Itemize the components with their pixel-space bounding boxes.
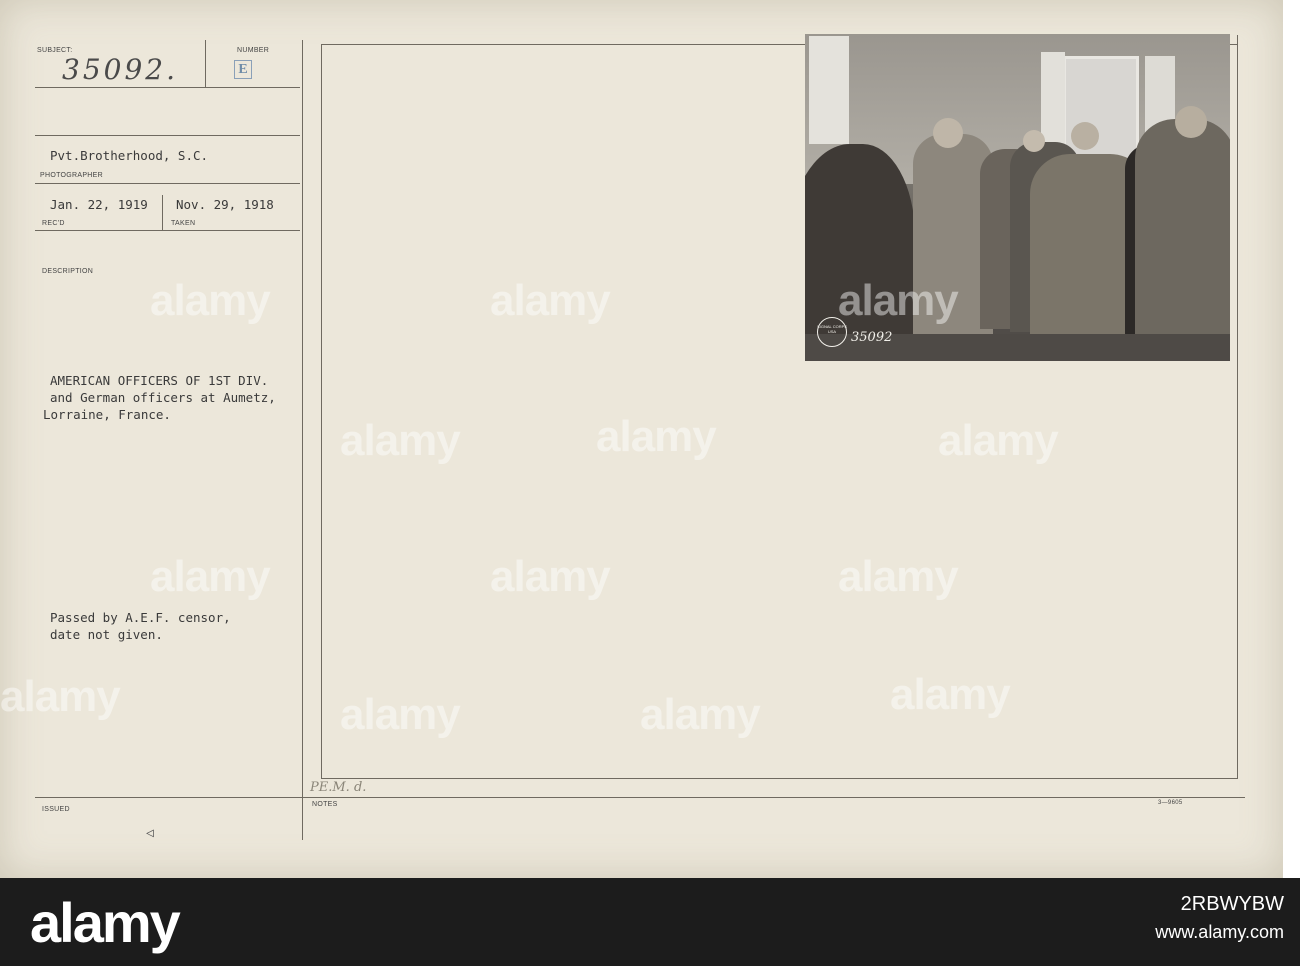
watermark: alamy — [890, 670, 1011, 719]
watermark: alamy — [938, 416, 1059, 465]
watermark: alamy — [490, 276, 611, 325]
taken-date: Nov. 29, 1918 — [176, 197, 274, 212]
photo-head — [933, 118, 963, 148]
watermark: alamy — [838, 552, 959, 601]
card-edge — [1283, 0, 1300, 878]
brand-strip-background — [0, 878, 1300, 966]
photo-officer-6 — [1135, 119, 1230, 361]
photo-head — [1071, 122, 1099, 150]
arrow-mark: ▷ — [146, 826, 154, 841]
number-stamp: E — [234, 60, 252, 79]
watermark: alamy — [838, 276, 959, 325]
watermark: alamy — [340, 690, 461, 739]
panel-border-left — [321, 44, 322, 779]
form-code: 3—9605 — [1158, 800, 1183, 806]
number-label: NUMBER — [237, 47, 270, 54]
photo-stamp-number: 35092 — [851, 330, 893, 345]
rule-top — [35, 87, 300, 88]
watermark: alamy — [340, 416, 461, 465]
rule-subject-divider — [205, 40, 206, 87]
description-label: DESCRIPTION — [42, 268, 94, 275]
rule-date-divider — [162, 195, 163, 230]
watermark: alamy — [150, 276, 271, 325]
photo-head — [1023, 130, 1045, 152]
issued-label: ISSUED — [42, 806, 70, 813]
watermark: alamy — [150, 552, 271, 601]
received-label: REC'D — [42, 220, 65, 227]
rule-dates — [35, 183, 300, 184]
description-line: AMERICAN OFFICERS OF 1ST DIV. — [50, 373, 269, 388]
subject-number: 35092. — [62, 53, 178, 86]
brand-logo[interactable]: alamy — [30, 890, 181, 955]
panel-border-right — [1237, 35, 1238, 779]
photo-shutter-far — [809, 36, 849, 144]
received-date: Jan. 22, 1919 — [50, 197, 148, 212]
description-line: Lorraine, France. — [43, 407, 171, 422]
photographer-name: Pvt.Brotherhood, S.C. — [50, 148, 209, 163]
photo-head — [1175, 106, 1207, 138]
taken-label: TAKEN — [171, 220, 196, 227]
description-line: and German officers at Aumetz, — [50, 390, 276, 405]
description-text: AMERICAN OFFICERS OF 1ST DIV. and German… — [43, 372, 276, 423]
watermark: alamy — [596, 412, 717, 461]
panel-border-bottom — [321, 778, 1238, 779]
watermark: alamy — [490, 552, 611, 601]
rule-column-divider — [302, 40, 303, 840]
censor-line: Passed by A.E.F. censor, — [50, 610, 231, 625]
rule-bottom — [35, 797, 1245, 798]
rule-photographer — [35, 135, 300, 136]
notes-label: NOTES — [312, 801, 338, 808]
photographer-label: PHOTOGRAPHER — [40, 172, 103, 179]
censor-note: Passed by A.E.F. censor, date not given. — [50, 609, 231, 643]
watermark: alamy — [640, 690, 761, 739]
brand-url[interactable]: www.alamy.com — [1155, 922, 1284, 943]
notes-handwritten: PE.M. d. — [310, 780, 367, 795]
watermark: alamy — [0, 672, 121, 721]
image-id: 2RBWYBW — [1180, 893, 1284, 915]
censor-line: date not given. — [50, 627, 163, 642]
rule-description — [35, 230, 300, 231]
